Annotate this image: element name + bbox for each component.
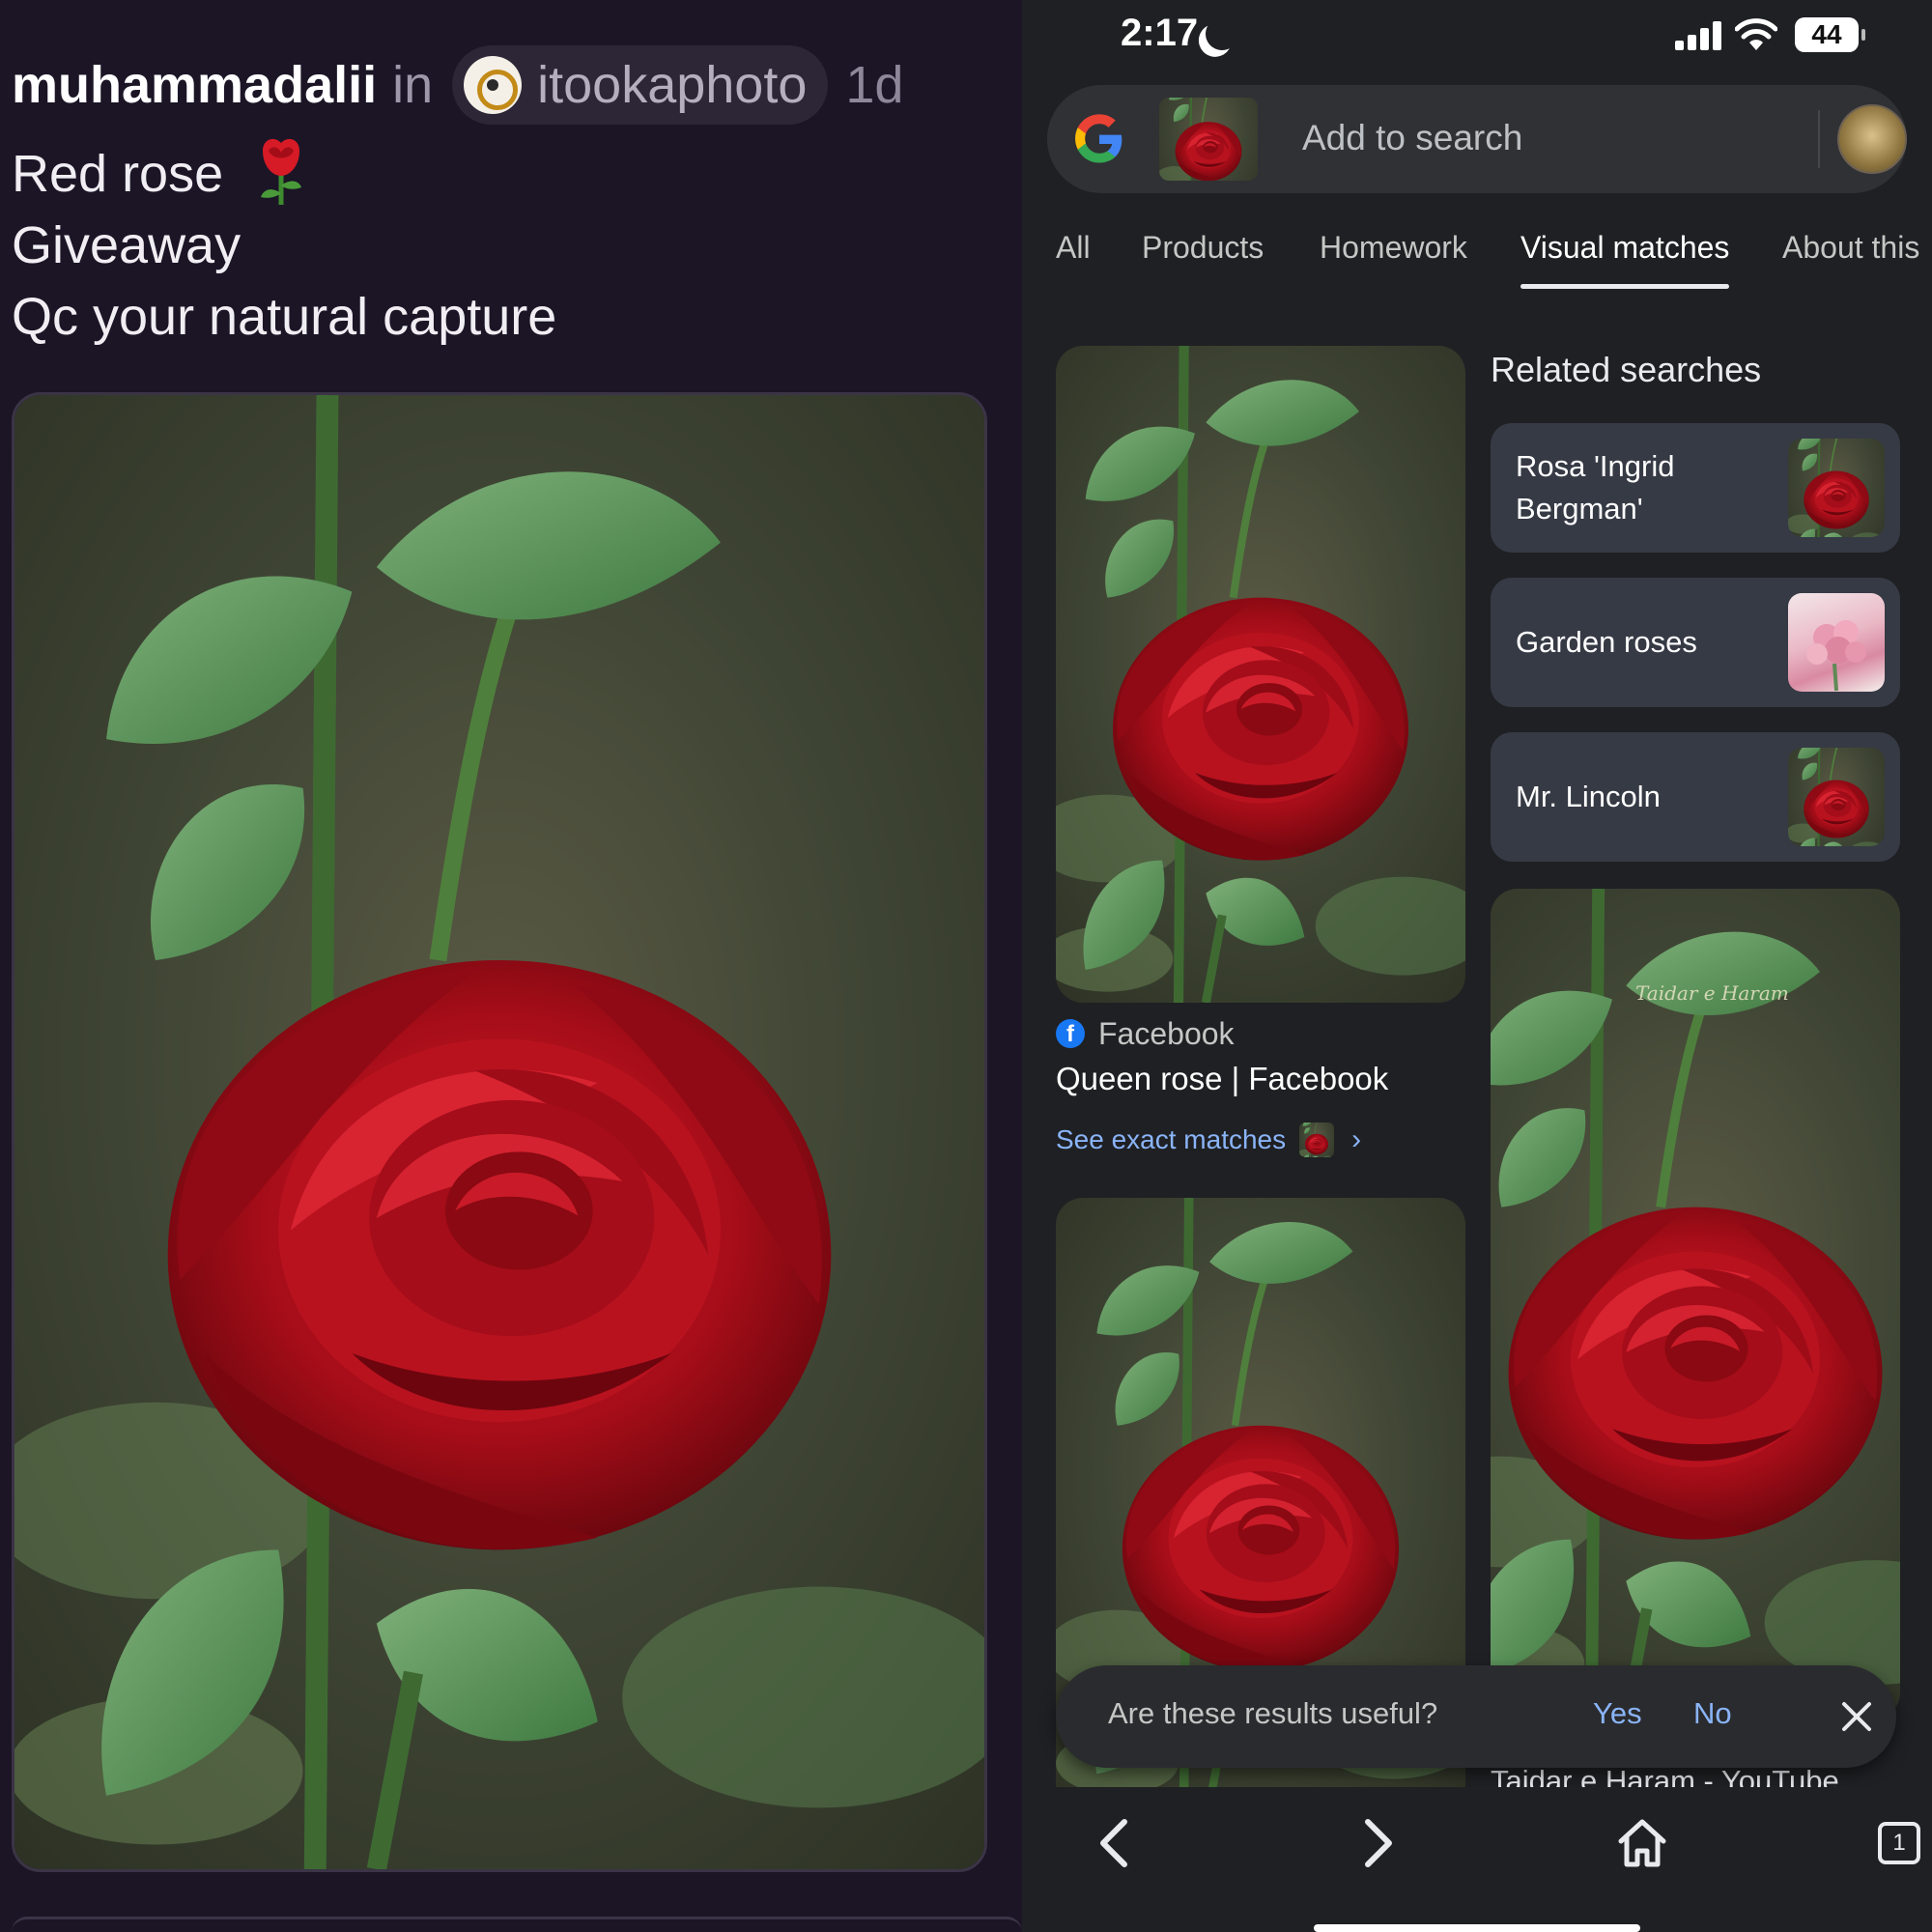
feedback-yes-button[interactable]: Yes bbox=[1593, 1696, 1642, 1731]
exact-match-thumbnail bbox=[1299, 1122, 1334, 1157]
feedback-snackbar: Are these results useful? Yes No bbox=[1056, 1665, 1896, 1768]
close-icon[interactable] bbox=[1838, 1698, 1875, 1735]
visual-match-image-1[interactable] bbox=[1056, 346, 1465, 1003]
related-search-mr-lincoln[interactable]: Mr. Lincoln bbox=[1491, 732, 1900, 862]
query-image-thumbnail[interactable] bbox=[1159, 98, 1258, 181]
tab-about-this[interactable]: About this bbox=[1782, 230, 1919, 266]
chevron-right-icon[interactable] bbox=[1343, 1808, 1412, 1878]
status-bar: 2:17 44 bbox=[1022, 0, 1932, 77]
query-rose-image bbox=[1159, 98, 1258, 181]
post-photo[interactable] bbox=[12, 392, 987, 1872]
post-line-1: Red rose bbox=[12, 137, 556, 210]
related-search-label: Garden roses bbox=[1516, 625, 1697, 659]
community-avatar bbox=[464, 56, 523, 114]
post-header: muhammadalii in itookaphoto 1d bbox=[12, 44, 903, 126]
moon-icon bbox=[1201, 13, 1243, 55]
tab-visual-matches[interactable]: Visual matches bbox=[1520, 230, 1730, 289]
search-input[interactable] bbox=[1302, 114, 1708, 162]
feedback-no-button[interactable]: No bbox=[1693, 1696, 1732, 1731]
result-source-name: Facebook bbox=[1098, 1015, 1235, 1051]
pink-bouquet-icon bbox=[1806, 620, 1866, 692]
see-exact-matches-link[interactable]: See exact matches › bbox=[1056, 1119, 1361, 1161]
signal-icon bbox=[1675, 21, 1723, 50]
browser-bottom-nav: 1 bbox=[1022, 1787, 1932, 1932]
related-search-thumbnail bbox=[1788, 439, 1885, 537]
exact-matches-label: See exact matches bbox=[1056, 1124, 1287, 1154]
rose-emoji-icon bbox=[261, 138, 302, 205]
result-title[interactable]: Queen rose | Facebook bbox=[1056, 1061, 1388, 1097]
next-post-divider bbox=[12, 1917, 1022, 1932]
status-time: 2:17 bbox=[1121, 12, 1199, 54]
visual-match-image-2[interactable]: Taidar e Haram bbox=[1491, 889, 1900, 1719]
home-indicator bbox=[1314, 1924, 1640, 1932]
tab-count: 1 bbox=[1878, 1822, 1920, 1864]
post-line-2: Giveaway bbox=[12, 216, 242, 274]
community-chip[interactable]: itookaphoto bbox=[452, 45, 829, 125]
related-search-label: Mr. Lincoln bbox=[1516, 780, 1661, 813]
tab-all[interactable]: All bbox=[1056, 230, 1091, 266]
related-search-garden-roses[interactable]: Garden roses bbox=[1491, 578, 1900, 707]
related-search-thumbnail bbox=[1788, 593, 1885, 692]
related-search-thumbnail bbox=[1788, 748, 1885, 846]
post-body: Red rose Giveaway Qc your natural captur… bbox=[12, 137, 556, 353]
post-pane: muhammadalii in itookaphoto 1d Red rose … bbox=[0, 0, 1022, 1932]
battery-icon: 44 bbox=[1795, 17, 1865, 52]
wifi-icon bbox=[1735, 18, 1777, 50]
match-rose-image-2 bbox=[1491, 889, 1900, 1719]
tab-homework[interactable]: Homework bbox=[1320, 230, 1467, 266]
post-title: Red rose bbox=[12, 145, 224, 203]
post-age: 1d bbox=[845, 56, 904, 114]
match-rose-image-1 bbox=[1056, 346, 1465, 1003]
feedback-question: Are these results useful? bbox=[1108, 1696, 1438, 1730]
related-search-label: Rosa 'Ingrid Bergman' bbox=[1516, 449, 1675, 526]
post-in-word: in bbox=[392, 56, 434, 114]
tab-count-icon[interactable]: 1 bbox=[1870, 1808, 1932, 1878]
image-caption-overlay: Taidar e Haram bbox=[1635, 981, 1789, 1005]
profile-avatar[interactable] bbox=[1837, 104, 1907, 174]
facebook-icon: f bbox=[1056, 1019, 1085, 1048]
related-searches-heading: Related searches bbox=[1491, 350, 1762, 389]
community-name: itookaphoto bbox=[537, 56, 808, 114]
home-icon[interactable] bbox=[1607, 1808, 1677, 1878]
search-divider bbox=[1818, 110, 1820, 168]
post-username[interactable]: muhammadalii bbox=[12, 55, 377, 115]
google-lens-pane: 2:17 44 All Products Homework Visual mat… bbox=[1022, 0, 1932, 1932]
result-tabs: All Products Homework Visual matches Abo… bbox=[1022, 230, 1932, 292]
google-logo-icon bbox=[1075, 114, 1122, 163]
chevron-left-icon[interactable] bbox=[1080, 1808, 1150, 1878]
post-line-3: Qc your natural capture bbox=[12, 288, 557, 346]
search-bar[interactable] bbox=[1047, 85, 1907, 193]
result-source: f Facebook bbox=[1056, 1012, 1235, 1055]
tab-products[interactable]: Products bbox=[1142, 230, 1264, 266]
related-search-rosa-ingrid-bergman[interactable]: Rosa 'Ingrid Bergman' bbox=[1491, 423, 1900, 553]
chevron-right-icon: › bbox=[1351, 1123, 1362, 1155]
red-rose-photo bbox=[14, 395, 984, 1869]
